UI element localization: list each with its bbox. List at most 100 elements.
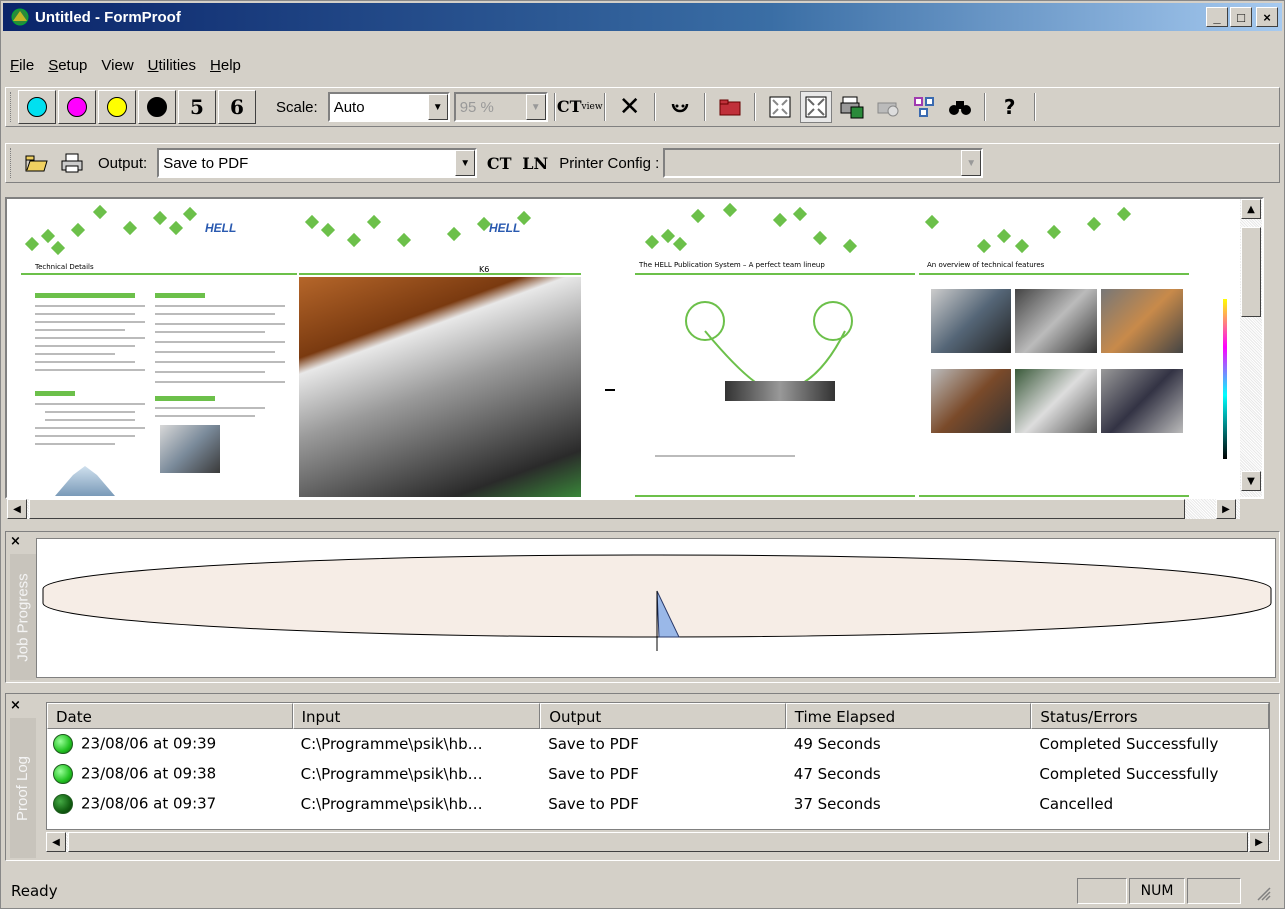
- output-select[interactable]: Save to PDF ▼: [157, 148, 478, 178]
- row-date: 23/08/06 at 09:39: [81, 734, 217, 753]
- ct-view-button[interactable]: CT view: [557, 91, 603, 123]
- output-toolbar: Output: Save to PDF ▼ CT LN Printer Conf…: [5, 143, 1280, 183]
- fit-page-icon[interactable]: [799, 91, 832, 123]
- network-icon[interactable]: [908, 91, 940, 123]
- scroll-down-button[interactable]: ▼: [1241, 471, 1261, 491]
- scroll-up-button[interactable]: ▲: [1241, 199, 1261, 219]
- binoculars-icon[interactable]: [944, 91, 976, 123]
- print-icon[interactable]: [56, 147, 88, 179]
- cyan-separation-button[interactable]: [18, 90, 56, 124]
- table-row[interactable]: 23/08/06 at 09:38 C:\Programme\psik\hb… …: [47, 759, 1269, 789]
- column-date[interactable]: Date: [47, 703, 293, 729]
- close-icon[interactable]: ×: [10, 698, 21, 713]
- maximize-button[interactable]: □: [1230, 7, 1252, 27]
- page1-title: Technical Details: [35, 263, 94, 271]
- toolbar-separator: [753, 93, 756, 121]
- close-button[interactable]: ×: [1256, 7, 1278, 27]
- row-output: Save to PDF: [548, 735, 639, 753]
- scroll-thumb[interactable]: [29, 499, 1185, 519]
- proof-log-table: Date Input Output Time Elapsed Status/Er…: [46, 702, 1270, 830]
- row-input: C:\Programme\psik\hb…: [300, 795, 483, 813]
- row-elapsed: 49 Seconds: [793, 735, 881, 753]
- preview-horizontal-scrollbar[interactable]: ◀ ▶: [7, 499, 1240, 519]
- log-horizontal-scrollbar[interactable]: ◀ ▶: [46, 832, 1270, 852]
- hell-logo: HELL: [205, 221, 237, 235]
- title-bar[interactable]: Untitled - FormProof _ □ ×: [3, 3, 1282, 31]
- scroll-thumb[interactable]: [68, 832, 1248, 852]
- preview-page-2: HELL K6: [299, 201, 581, 497]
- magenta-separation-button[interactable]: [58, 90, 96, 124]
- yellow-separation-button[interactable]: [98, 90, 136, 124]
- row-input: C:\Programme\psik\hb…: [300, 735, 483, 753]
- print-save-icon[interactable]: [836, 91, 868, 123]
- app-window: Untitled - FormProof _ □ × File Setup Vi…: [0, 0, 1285, 909]
- status-dot-icon: [53, 734, 73, 754]
- menu-help[interactable]: Help: [203, 57, 248, 74]
- printer-config-select: ▼: [663, 148, 984, 178]
- color-bar: [1223, 299, 1227, 459]
- zoom-select: 95 % ▼: [453, 92, 548, 122]
- row-date: 23/08/06 at 09:37: [81, 794, 217, 813]
- job-progress-tab[interactable]: Job Progress: [10, 554, 36, 680]
- table-row[interactable]: 23/08/06 at 09:37 C:\Programme\psik\hb… …: [47, 789, 1269, 819]
- separation-5-button[interactable]: 5: [178, 90, 216, 124]
- scale-select[interactable]: Auto ▼: [327, 92, 450, 122]
- row-status: Completed Successfully: [1039, 765, 1219, 783]
- black-separation-button[interactable]: [138, 90, 176, 124]
- chevron-down-icon[interactable]: ▼: [427, 94, 448, 120]
- page3-title: The HELL Publication System – A perfect …: [639, 261, 825, 269]
- status-pane-caps: [1077, 878, 1127, 904]
- ct-button[interactable]: CT: [483, 147, 515, 179]
- preview-page-1: HELL Technical Details: [15, 201, 297, 497]
- column-input[interactable]: Input: [292, 703, 541, 729]
- table-row[interactable]: 23/08/06 at 09:39 C:\Programme\psik\hb… …: [47, 729, 1269, 759]
- chevron-down-icon[interactable]: ▼: [455, 150, 476, 176]
- status-dot-icon: [53, 764, 73, 784]
- toolbar-grip[interactable]: [10, 92, 14, 122]
- row-elapsed: 37 Seconds: [793, 795, 881, 813]
- row-status: Cancelled: [1039, 795, 1114, 813]
- toolbar-separator: [553, 93, 556, 121]
- close-icon[interactable]: ×: [10, 534, 21, 549]
- printer-settings-icon[interactable]: [872, 91, 904, 123]
- scroll-left-button[interactable]: ◀: [46, 832, 66, 852]
- open-folder-icon[interactable]: [20, 147, 52, 179]
- magenta-circle-icon: [67, 97, 87, 117]
- folder-red-icon[interactable]: [714, 91, 746, 123]
- column-time-elapsed[interactable]: Time Elapsed: [785, 703, 1032, 729]
- menu-file[interactable]: File: [3, 57, 41, 74]
- machine-photo: [299, 277, 581, 497]
- proof-preview[interactable]: HELL Technical Details HELL K6 The HELL …: [5, 197, 1264, 499]
- menu-utilities[interactable]: Utilities: [141, 57, 203, 74]
- status-pane-num: NUM: [1129, 878, 1185, 904]
- menu-bar: File Setup View Utilities Help: [3, 53, 248, 77]
- scroll-thumb[interactable]: [1241, 227, 1261, 317]
- resize-grip-icon[interactable]: [1253, 883, 1271, 905]
- status-dot-icon: [53, 794, 73, 814]
- minimize-button[interactable]: _: [1206, 7, 1228, 27]
- separation-6-button[interactable]: 6: [218, 90, 256, 124]
- page-marker: [605, 389, 615, 391]
- preview-vertical-scrollbar[interactable]: ▲ ▼: [1240, 199, 1262, 497]
- row-date: 23/08/06 at 09:38: [81, 764, 217, 783]
- rotate-icon[interactable]: [664, 91, 696, 123]
- scroll-right-button[interactable]: ▶: [1249, 832, 1269, 852]
- scroll-left-button[interactable]: ◀: [7, 499, 27, 519]
- ln-button[interactable]: LN: [519, 147, 551, 179]
- status-text: Ready: [11, 882, 58, 900]
- toolbar-separator: [603, 93, 606, 121]
- delete-icon[interactable]: ✕: [614, 91, 646, 123]
- column-output[interactable]: Output: [540, 703, 786, 729]
- toolbar-separator: [983, 93, 986, 121]
- job-progress-area: [36, 538, 1276, 678]
- toolbar-grip[interactable]: [10, 148, 14, 178]
- proof-log-tab[interactable]: Proof Log: [10, 718, 36, 858]
- menu-view[interactable]: View: [94, 57, 140, 74]
- help-icon[interactable]: ?: [994, 91, 1026, 123]
- column-status[interactable]: Status/Errors: [1031, 703, 1269, 729]
- menu-setup[interactable]: Setup: [41, 57, 94, 74]
- toolbar-separator: [1033, 93, 1036, 121]
- row-output: Save to PDF: [548, 795, 639, 813]
- scroll-right-button[interactable]: ▶: [1216, 499, 1236, 519]
- shrink-icon[interactable]: [764, 91, 796, 123]
